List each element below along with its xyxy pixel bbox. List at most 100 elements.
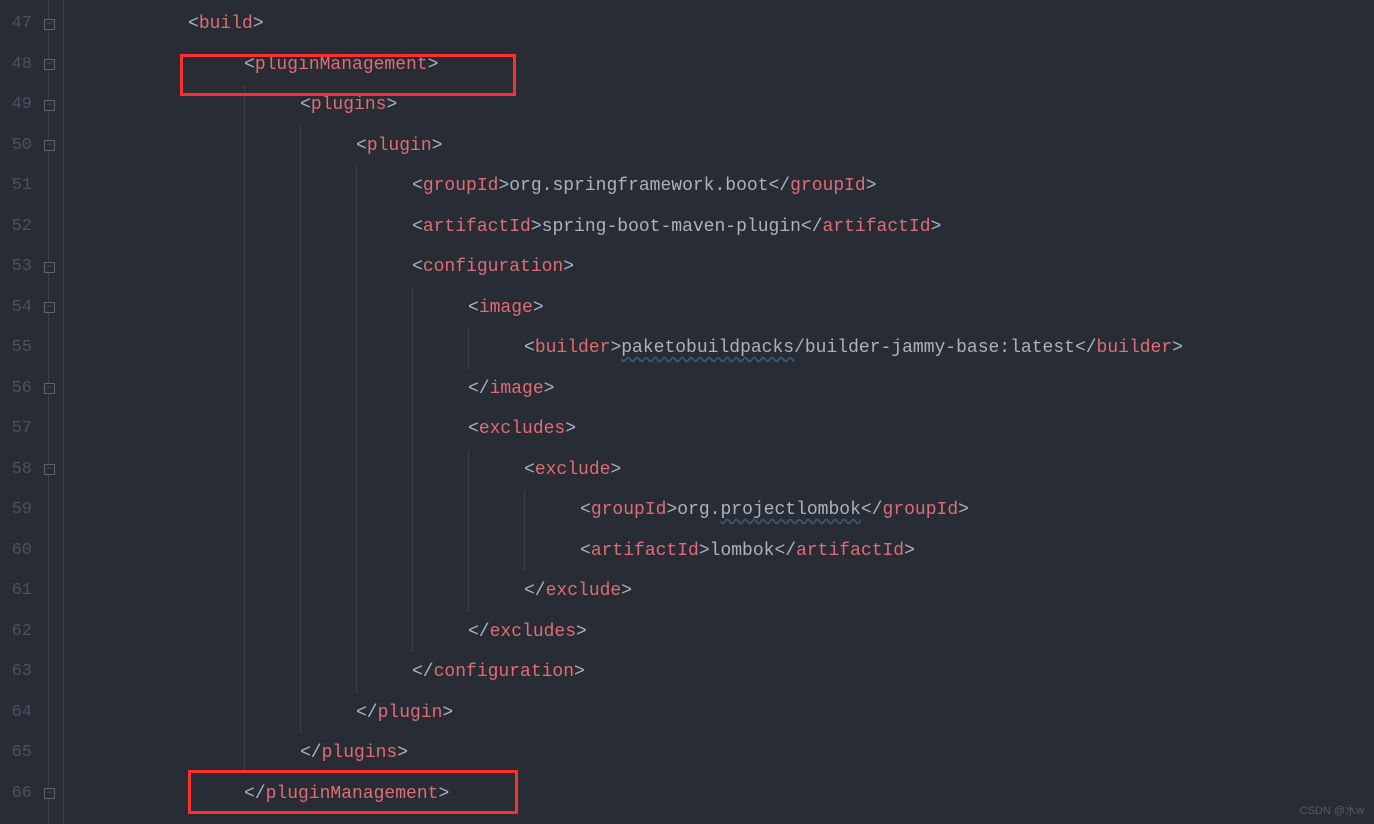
fold-marker[interactable]: − bbox=[36, 774, 63, 815]
fold-marker[interactable]: − bbox=[36, 369, 63, 410]
indent-guide bbox=[412, 328, 413, 369]
indent-guide bbox=[468, 450, 469, 491]
fold-marker[interactable]: − bbox=[36, 85, 63, 126]
code-line[interactable]: <exclude> bbox=[76, 450, 1374, 491]
fold-marker[interactable] bbox=[36, 166, 63, 207]
fold-marker[interactable] bbox=[36, 571, 63, 612]
fold-marker[interactable] bbox=[36, 733, 63, 774]
line-number: 52 bbox=[0, 207, 36, 248]
xml-punct: > bbox=[699, 541, 710, 561]
code-line[interactable]: </plugins> bbox=[76, 733, 1374, 774]
indent-guide bbox=[300, 531, 301, 572]
code-line[interactable]: <configuration> bbox=[76, 247, 1374, 288]
xml-punct: </ bbox=[524, 581, 546, 601]
fold-marker[interactable]: − bbox=[36, 450, 63, 491]
code-line[interactable]: <builder>paketobuildpacks/builder-jammy-… bbox=[76, 328, 1374, 369]
xml-punct: </ bbox=[769, 176, 791, 196]
line-number: 57 bbox=[0, 409, 36, 450]
code-line[interactable]: </pluginManagement> bbox=[76, 774, 1374, 815]
indent-guide bbox=[412, 490, 413, 531]
xml-tag: pluginManagement bbox=[266, 784, 439, 804]
indent-guide bbox=[468, 490, 469, 531]
xml-punct: > bbox=[253, 14, 264, 34]
xml-punct: </ bbox=[300, 743, 322, 763]
xml-punct: < bbox=[244, 55, 255, 75]
code-area[interactable]: <build><pluginManagement><plugins><plugi… bbox=[64, 0, 1374, 824]
indent-guide bbox=[300, 490, 301, 531]
indent-guide bbox=[524, 531, 525, 572]
indent-guide bbox=[300, 288, 301, 329]
xml-punct: </ bbox=[468, 622, 490, 642]
xml-punct: > bbox=[432, 136, 443, 156]
fold-marker[interactable] bbox=[36, 652, 63, 693]
line-number: 55 bbox=[0, 328, 36, 369]
code-line[interactable]: <build> bbox=[76, 4, 1374, 45]
fold-marker[interactable] bbox=[36, 328, 63, 369]
code-editor[interactable]: 4748495051525354555657585960616263646566… bbox=[0, 0, 1374, 824]
xml-text: projectlombok bbox=[720, 500, 860, 520]
line-number: 65 bbox=[0, 733, 36, 774]
indent-guide bbox=[300, 612, 301, 653]
xml-punct: </ bbox=[412, 662, 434, 682]
xml-punct: > bbox=[563, 257, 574, 277]
xml-punct: > bbox=[531, 217, 542, 237]
line-number: 62 bbox=[0, 612, 36, 653]
xml-tag: pluginManagement bbox=[255, 55, 428, 75]
xml-tag: groupId bbox=[790, 176, 866, 196]
indent-guide bbox=[468, 531, 469, 572]
code-line[interactable]: </image> bbox=[76, 369, 1374, 410]
indent-guide bbox=[244, 612, 245, 653]
fold-marker[interactable]: − bbox=[36, 126, 63, 167]
line-number: 64 bbox=[0, 693, 36, 734]
indent-guide bbox=[412, 450, 413, 491]
code-line[interactable]: <artifactId>spring-boot-maven-plugin</ar… bbox=[76, 207, 1374, 248]
indent-guide bbox=[244, 490, 245, 531]
fold-gutter[interactable]: −−−−−−−−− bbox=[36, 0, 64, 824]
code-line[interactable]: <pluginManagement> bbox=[76, 45, 1374, 86]
xml-punct: < bbox=[524, 338, 535, 358]
fold-marker[interactable] bbox=[36, 612, 63, 653]
code-line[interactable]: </configuration> bbox=[76, 652, 1374, 693]
fold-marker[interactable]: − bbox=[36, 288, 63, 329]
indent-guide bbox=[356, 207, 357, 248]
xml-punct: > bbox=[610, 338, 621, 358]
fold-marker[interactable] bbox=[36, 693, 63, 734]
fold-marker[interactable]: − bbox=[36, 4, 63, 45]
xml-punct: < bbox=[412, 217, 423, 237]
line-number: 53 bbox=[0, 247, 36, 288]
fold-marker[interactable]: − bbox=[36, 247, 63, 288]
line-number: 59 bbox=[0, 490, 36, 531]
code-line[interactable]: <artifactId>lombok</artifactId> bbox=[76, 531, 1374, 572]
xml-text: lombok bbox=[710, 541, 775, 561]
code-line[interactable]: <image> bbox=[76, 288, 1374, 329]
code-line[interactable]: <groupId>org.projectlombok</groupId> bbox=[76, 490, 1374, 531]
code-line[interactable]: <plugins> bbox=[76, 85, 1374, 126]
line-number: 51 bbox=[0, 166, 36, 207]
code-line[interactable]: <groupId>org.springframework.boot</group… bbox=[76, 166, 1374, 207]
xml-punct: > bbox=[498, 176, 509, 196]
xml-punct: > bbox=[438, 784, 449, 804]
xml-punct: > bbox=[610, 460, 621, 480]
fold-marker[interactable] bbox=[36, 531, 63, 572]
indent-guide bbox=[412, 409, 413, 450]
fold-marker[interactable]: − bbox=[36, 45, 63, 86]
line-number: 56 bbox=[0, 369, 36, 410]
fold-marker[interactable] bbox=[36, 207, 63, 248]
xml-punct: </ bbox=[1075, 338, 1097, 358]
fold-marker[interactable] bbox=[36, 409, 63, 450]
xml-punct: > bbox=[621, 581, 632, 601]
code-line[interactable]: </exclude> bbox=[76, 571, 1374, 612]
fold-marker[interactable] bbox=[36, 490, 63, 531]
code-line[interactable]: <excludes> bbox=[76, 409, 1374, 450]
indent-guide bbox=[244, 328, 245, 369]
xml-punct: < bbox=[468, 298, 479, 318]
xml-punct: </ bbox=[244, 784, 266, 804]
xml-punct: > bbox=[958, 500, 969, 520]
xml-text: spring-boot-maven-plugin bbox=[542, 217, 801, 237]
code-line[interactable]: <plugin> bbox=[76, 126, 1374, 167]
code-line[interactable]: </excludes> bbox=[76, 612, 1374, 653]
xml-punct: > bbox=[428, 55, 439, 75]
indent-guide bbox=[244, 369, 245, 410]
code-line[interactable]: </plugin> bbox=[76, 693, 1374, 734]
xml-tag: builder bbox=[535, 338, 611, 358]
